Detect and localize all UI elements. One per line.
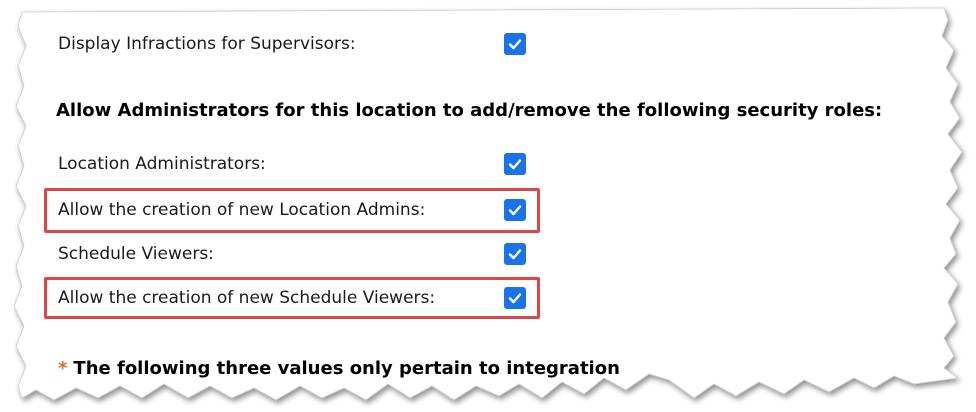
- checkmark-icon: [508, 249, 522, 260]
- settings-panel: Display Infractions for Supervisors: All…: [14, 6, 974, 410]
- settings-form: Display Infractions for Supervisors: All…: [14, 6, 974, 410]
- location-admins-checkbox[interactable]: [504, 153, 526, 175]
- allow-new-schedule-viewers-label: Allow the creation of new Schedule Viewe…: [58, 288, 436, 308]
- allow-new-schedule-viewers-checkbox[interactable]: [504, 287, 526, 309]
- integration-note: * The following three values only pertain…: [58, 358, 620, 379]
- allow-new-location-admins-row: Allow the creation of new Location Admin…: [58, 196, 425, 224]
- allow-new-schedule-viewers-row: Allow the creation of new Schedule Viewe…: [58, 284, 435, 312]
- integration-note-text: The following three values only pertain …: [73, 358, 620, 379]
- display-infractions-checkbox[interactable]: [504, 33, 526, 55]
- display-infractions-label: Display Infractions for Supervisors:: [58, 34, 356, 54]
- required-asterisk: *: [58, 358, 68, 379]
- checkmark-icon: [508, 39, 522, 50]
- security-roles-heading: Allow Administrators for this location t…: [56, 100, 883, 121]
- checkmark-icon: [508, 205, 522, 216]
- allow-new-location-admins-label: Allow the creation of new Location Admin…: [58, 200, 426, 220]
- location-admins-label: Location Administrators:: [58, 154, 266, 174]
- checkmark-icon: [508, 293, 522, 304]
- location-admins-row: Location Administrators:: [58, 150, 266, 178]
- screenshot-stage: Display Infractions for Supervisors: All…: [0, 0, 976, 412]
- schedule-viewers-label: Schedule Viewers:: [58, 244, 214, 264]
- checkmark-icon: [508, 159, 522, 170]
- allow-new-location-admins-checkbox[interactable]: [504, 199, 526, 221]
- schedule-viewers-checkbox[interactable]: [504, 243, 526, 265]
- display-infractions-row: Display Infractions for Supervisors:: [58, 30, 356, 58]
- schedule-viewers-row: Schedule Viewers:: [58, 240, 214, 268]
